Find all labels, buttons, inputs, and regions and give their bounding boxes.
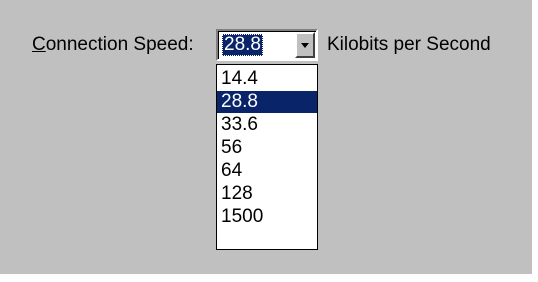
connection-speed-combobox[interactable]: 28.8 bbox=[216, 29, 318, 61]
dropdown-button[interactable] bbox=[295, 32, 315, 58]
combobox-selected-value[interactable]: 28.8 bbox=[222, 34, 263, 56]
dialog-panel: Connection Speed: 28.8 Kilobits per Seco… bbox=[0, 0, 532, 274]
dropdown-option-1500[interactable]: 1500 bbox=[217, 206, 317, 228]
connection-speed-label: Connection Speed: bbox=[32, 34, 194, 56]
unit-label: Kilobits per Second bbox=[327, 34, 491, 55]
dropdown-option-14-4[interactable]: 14.4 bbox=[217, 68, 317, 90]
accelerator-key: C bbox=[32, 34, 46, 55]
dropdown-option-128[interactable]: 128 bbox=[217, 183, 317, 205]
dropdown-option-64[interactable]: 64 bbox=[217, 160, 317, 182]
dropdown-option-33-6[interactable]: 33.6 bbox=[217, 114, 317, 136]
dropdown-option-56[interactable]: 56 bbox=[217, 137, 317, 159]
dropdown-option-28-8[interactable]: 28.8 bbox=[217, 91, 317, 113]
connection-speed-label-text: onnection Speed: bbox=[45, 34, 194, 55]
chevron-down-icon bbox=[301, 42, 309, 48]
connection-speed-dropdown-list[interactable]: 14.4 28.8 33.6 56 64 128 1500 bbox=[216, 64, 318, 250]
